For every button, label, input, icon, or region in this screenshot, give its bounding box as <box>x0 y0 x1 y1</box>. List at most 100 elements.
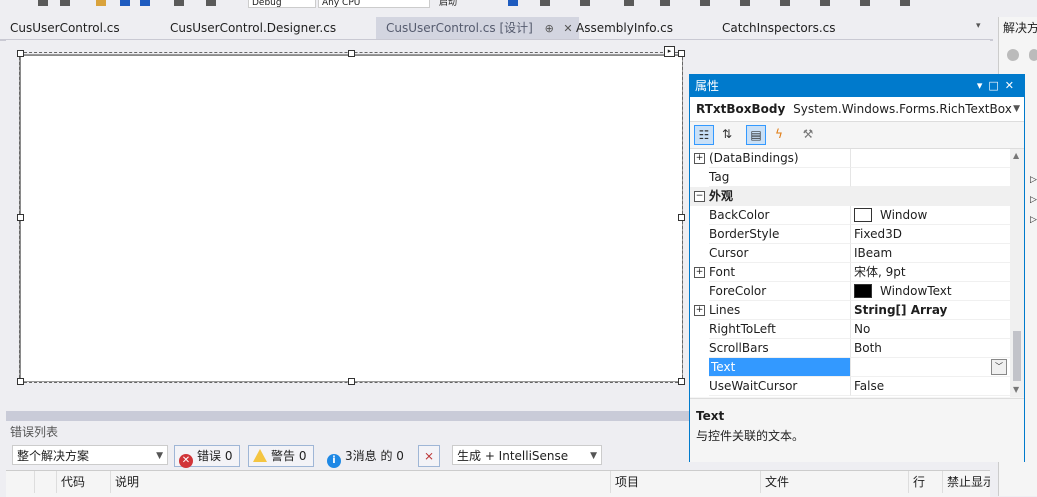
configuration-combo[interactable]: Debug <box>248 0 316 8</box>
column-header-code[interactable]: 代码 <box>56 471 110 493</box>
new-item-icon[interactable] <box>60 0 70 6</box>
column-header-project[interactable]: 项目 <box>610 471 760 493</box>
column-header-line[interactable]: 行 <box>908 471 942 493</box>
column-header-icon[interactable] <box>6 471 34 493</box>
expand-icon[interactable]: + <box>694 305 705 316</box>
property-value[interactable]: Window <box>851 206 1010 225</box>
property-grid-scrollbar[interactable]: ▲ ▼ <box>1010 149 1024 397</box>
dropdown-icon[interactable]: ▾ <box>977 79 989 92</box>
resize-handle[interactable] <box>17 378 24 385</box>
property-row[interactable]: Cursor IBeam <box>690 244 1010 263</box>
messages-filter-button[interactable]: i 3消息 的 0 <box>322 445 410 468</box>
property-row[interactable]: ScrollBars Both <box>690 339 1010 358</box>
toolbar-action-icon[interactable] <box>540 0 550 6</box>
property-category-row[interactable]: − 外观 <box>690 187 1010 206</box>
errors-filter-button[interactable]: ✕ 错误 0 <box>174 445 240 468</box>
property-value[interactable]: IBeam <box>851 244 1010 263</box>
properties-title-bar[interactable]: 属性 ▾□✕ <box>690 75 1024 97</box>
tab-catchinspectors-cs[interactable]: CatchInspectors.cs <box>712 17 846 39</box>
toolbar-action-icon[interactable] <box>740 0 750 6</box>
save-all-icon[interactable] <box>140 0 150 6</box>
property-value[interactable] <box>851 149 1010 168</box>
toolbar-action-icon[interactable] <box>860 0 870 6</box>
build-filter-combo[interactable]: 生成 + IntelliSense ▼ <box>452 445 602 465</box>
categorized-icon[interactable]: ☷ <box>694 125 714 145</box>
property-value[interactable]: Both <box>851 339 1010 358</box>
resize-handle[interactable] <box>17 50 24 57</box>
properties-icon[interactable]: ▤ <box>746 125 766 145</box>
column-header-suppression[interactable]: 禁止显示 <box>942 471 990 493</box>
start-button[interactable]: 启动 <box>436 0 488 7</box>
scope-combo[interactable]: 整个解决方案 ▼ <box>12 445 168 465</box>
property-row[interactable]: ForeColor WindowText <box>690 282 1010 301</box>
toolbar-action-icon[interactable] <box>660 0 670 6</box>
property-row-selected[interactable]: Text ﹀ <box>690 358 1010 377</box>
platform-combo[interactable]: Any CPU <box>318 0 430 8</box>
property-row[interactable]: BackColor Window <box>690 206 1010 225</box>
scroll-down-icon[interactable]: ▼ <box>1013 385 1019 394</box>
chevron-down-icon[interactable]: ﹀ <box>991 359 1007 375</box>
property-row[interactable]: + Font 宋体, 9pt <box>690 263 1010 282</box>
smart-tag-icon[interactable]: ▸ <box>664 46 675 57</box>
property-row[interactable]: + (DataBindings) <box>690 149 1010 168</box>
toolbar-action-icon[interactable] <box>700 0 710 6</box>
resize-handle[interactable] <box>678 378 685 385</box>
column-header-filter[interactable] <box>34 471 56 493</box>
expand-icon[interactable]: ▷ <box>1030 215 1037 225</box>
resize-handle[interactable] <box>678 214 685 221</box>
redo-icon[interactable] <box>206 0 216 6</box>
property-value[interactable]: 宋体, 9pt <box>851 263 1010 282</box>
expand-icon[interactable]: ▷ <box>1030 195 1037 205</box>
property-value[interactable]: False <box>851 377 1010 396</box>
expand-icon[interactable]: + <box>694 153 705 164</box>
resize-handle[interactable] <box>678 50 685 57</box>
column-header-description[interactable]: 说明 <box>110 471 610 493</box>
collapse-icon[interactable]: − <box>694 191 705 202</box>
resize-handle[interactable] <box>348 50 355 57</box>
property-row[interactable]: UseWaitCursor False <box>690 377 1010 396</box>
toolbar-action-icon[interactable] <box>820 0 830 6</box>
column-header-file[interactable]: 文件 <box>760 471 908 493</box>
expand-icon[interactable]: ▷ <box>1030 175 1037 185</box>
expand-icon[interactable]: + <box>694 267 705 278</box>
toolbar-action-icon[interactable] <box>900 0 910 6</box>
maximize-icon[interactable]: □ <box>988 79 1004 92</box>
property-row[interactable]: Tag <box>690 168 1010 187</box>
pin-icon[interactable]: ⊕ <box>545 22 554 35</box>
tab-assemblyinfo-cs[interactable]: AssemblyInfo.cs <box>566 17 683 39</box>
property-value[interactable]: WindowText <box>851 282 1010 301</box>
warnings-filter-button[interactable]: 警告 0 <box>248 445 314 467</box>
open-folder-icon[interactable] <box>96 0 106 6</box>
toolbar-action-icon[interactable] <box>580 0 590 6</box>
resize-handle[interactable] <box>348 378 355 385</box>
tab-overflow-icon[interactable]: ▾ <box>976 21 981 31</box>
property-value[interactable] <box>851 168 1010 187</box>
close-icon[interactable]: ✕ <box>1005 79 1020 92</box>
filter-clear-icon[interactable]: ⨯ <box>418 445 440 467</box>
property-value[interactable]: Fixed3D <box>851 225 1010 244</box>
toolbar-action-icon[interactable] <box>624 0 634 6</box>
property-value-editor[interactable]: ﹀ <box>851 358 1010 377</box>
tab-cususercontrol-design[interactable]: CusUserControl.cs [设计] ⊕ ✕ <box>376 17 579 39</box>
toolbar-action-icon[interactable] <box>508 0 518 6</box>
property-row[interactable]: RightToLeft No <box>690 320 1010 339</box>
toolbar-action-icon[interactable] <box>780 0 790 6</box>
property-row[interactable]: + Lines String[] Array <box>690 301 1010 320</box>
forward-icon[interactable] <box>1029 49 1037 61</box>
events-icon[interactable]: ϟ <box>769 125 789 145</box>
object-selector[interactable]: RTxtBoxBody System.Windows.Forms.RichTex… <box>690 97 1024 122</box>
back-icon[interactable] <box>1007 49 1019 61</box>
scroll-thumb[interactable] <box>1013 331 1021 381</box>
richtextbox-control[interactable] <box>19 54 683 382</box>
back-icon[interactable] <box>38 0 48 6</box>
property-row[interactable]: BorderStyle Fixed3D <box>690 225 1010 244</box>
save-icon[interactable] <box>120 0 130 6</box>
undo-icon[interactable] <box>174 0 184 6</box>
property-pages-icon[interactable]: ⚒ <box>798 125 818 145</box>
resize-handle[interactable] <box>17 214 24 221</box>
property-value[interactable]: String[] Array <box>851 301 1010 320</box>
property-value[interactable]: No <box>851 320 1010 339</box>
tab-cususercontrol-designer-cs[interactable]: CusUserControl.Designer.cs <box>160 17 346 39</box>
tab-cususercontrol-cs[interactable]: CusUserControl.cs <box>0 17 130 39</box>
alphabetical-icon[interactable]: ⇅ <box>717 125 737 145</box>
